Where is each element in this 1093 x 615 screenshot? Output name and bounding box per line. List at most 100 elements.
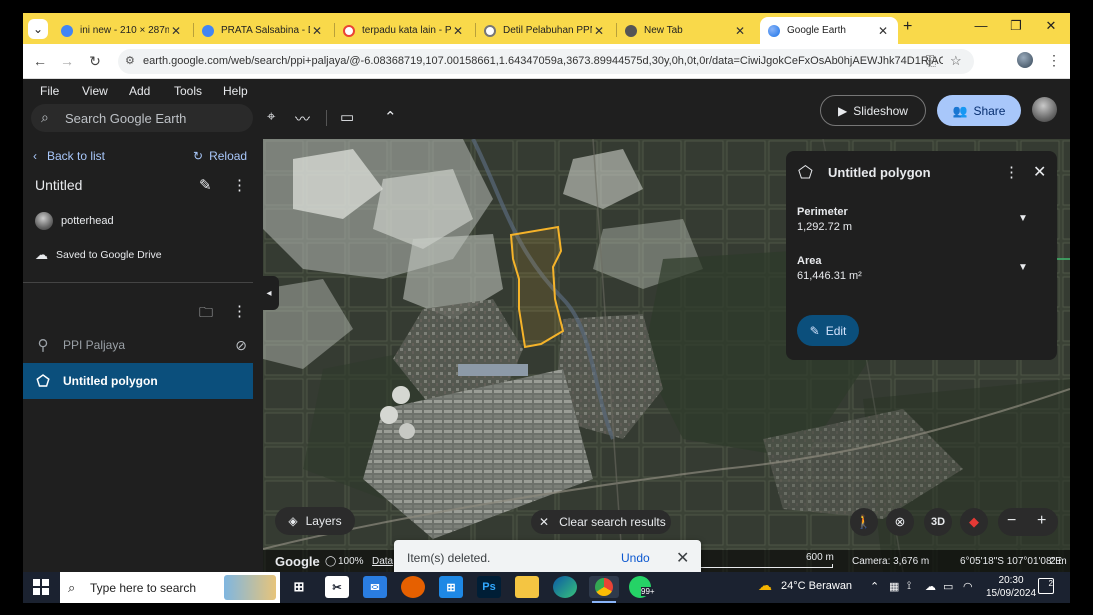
mail-icon[interactable]: ✉: [363, 576, 387, 598]
project-more-icon[interactable]: ⋮: [232, 176, 247, 194]
menu-help[interactable]: Help: [223, 84, 248, 98]
add-placemark-icon[interactable]: ⌖: [267, 108, 275, 125]
tab-3[interactable]: Detil Pelabuhan PPN ✕: [476, 17, 614, 44]
edit-title-pencil-icon[interactable]: ✎: [199, 176, 212, 194]
search-input[interactable]: [65, 108, 245, 128]
search-bar[interactable]: ⌕: [31, 104, 253, 132]
visibility-off-icon[interactable]: ⊘: [235, 337, 247, 354]
omnibox[interactable]: ⚙ earth.google.com/web/search/ppi+paljay…: [118, 49, 974, 74]
window-close-icon[interactable]: ✕: [1036, 18, 1066, 34]
browser-window: ⌄ ini new - 210 × 287m ✕ PRATA Salsabina…: [23, 13, 1070, 572]
cursor-coordinates: 6°05'18"S 107°01'08"E: [960, 556, 1062, 567]
list-item-untitled-polygon[interactable]: ⬠ Untitled polygon: [23, 363, 253, 399]
snipping-tool-icon[interactable]: ✂: [325, 576, 349, 598]
url-text[interactable]: earth.google.com/web/search/ppi+paljaya/…: [143, 55, 943, 67]
layers-button[interactable]: ◈ Layers: [275, 507, 355, 535]
share-button[interactable]: 👥 Share: [937, 95, 1021, 126]
task-view-icon[interactable]: ⊞: [287, 576, 311, 598]
perimeter-label: Perimeter: [797, 206, 848, 218]
tray-app-icon[interactable]: ▦: [889, 580, 899, 593]
panel-divider: [23, 282, 253, 283]
card-close-icon[interactable]: ✕: [1033, 162, 1046, 182]
tab-2[interactable]: terpadu kata lain - Pe ✕: [335, 17, 473, 44]
bookmark-star-icon[interactable]: ☆: [950, 53, 962, 69]
polygon-icon: ⬠: [36, 373, 50, 390]
compass-icon[interactable]: ◆: [960, 508, 988, 536]
chrome-favicon-icon: [61, 24, 73, 37]
zoom-out-icon[interactable]: −: [1007, 512, 1016, 530]
site-settings-icon[interactable]: ⚙: [125, 54, 135, 67]
back-to-list-link[interactable]: ‹ Back to list: [33, 149, 105, 163]
measure-ruler-icon[interactable]: ▭: [340, 108, 354, 126]
back-arrow-icon[interactable]: ←: [30, 53, 50, 69]
windows-start-icon[interactable]: [33, 579, 49, 595]
tab-close-icon[interactable]: ✕: [733, 24, 747, 38]
chrome-taskbar-icon[interactable]: [589, 576, 619, 598]
slideshow-button[interactable]: ▶ Slideshow: [820, 95, 926, 126]
tab-title: Detil Pelabuhan PPN: [503, 25, 592, 36]
tray-chevron-up-icon[interactable]: ⌃: [870, 580, 879, 593]
tab-search-dropdown[interactable]: ⌄: [28, 19, 48, 39]
snackbar: Item(s) deleted. Undo ✕: [394, 540, 701, 572]
minimize-icon[interactable]: —: [966, 18, 996, 33]
tilt-toggle-icon[interactable]: ⊗: [886, 508, 914, 536]
area-unit-dropdown-icon[interactable]: ▼: [1018, 262, 1028, 273]
browser-menu-icon[interactable]: ⋮: [1047, 52, 1061, 69]
microsoft-store-icon[interactable]: ⊞: [439, 576, 463, 598]
clear-search-results-button[interactable]: ✕ Clear search results: [531, 510, 671, 534]
profile-avatar-icon[interactable]: [1017, 52, 1033, 68]
reload-link[interactable]: ↻ Reload: [193, 149, 247, 163]
reload-icon[interactable]: ↻: [85, 53, 105, 70]
list-item-ppi-paljaya[interactable]: ⚲ PPI Paljaya ⊘: [23, 327, 253, 363]
battery-icon[interactable]: ▭: [943, 580, 953, 593]
account-avatar[interactable]: [1032, 97, 1057, 122]
file-explorer-icon[interactable]: [515, 576, 539, 598]
undo-button[interactable]: Undo: [621, 551, 650, 565]
new-tab-icon[interactable]: +: [903, 18, 912, 36]
cloud-tray-icon[interactable]: ☁: [925, 580, 936, 593]
firefox-icon[interactable]: [401, 576, 425, 598]
install-app-icon[interactable]: ⎘: [926, 53, 936, 69]
zoom-in-icon[interactable]: +: [1037, 512, 1046, 530]
edit-button[interactable]: ✎ Edit: [797, 315, 859, 346]
network-icon[interactable]: ⟟: [907, 580, 911, 593]
restore-icon[interactable]: ❐: [1001, 18, 1031, 34]
tab-4[interactable]: New Tab ✕: [617, 17, 755, 44]
list-more-icon[interactable]: ⋮: [232, 302, 247, 320]
menu-file[interactable]: File: [40, 84, 59, 98]
tab-close-icon[interactable]: ✕: [592, 24, 606, 38]
reload-icon: ↻: [193, 149, 204, 163]
menu-tools[interactable]: Tools: [174, 84, 202, 98]
forward-arrow-icon[interactable]: →: [57, 53, 77, 69]
wifi-icon[interactable]: ◠: [963, 580, 973, 593]
taskbar-search[interactable]: ⌕ Type here to search: [60, 572, 280, 603]
tab-close-icon[interactable]: ✕: [169, 24, 183, 38]
edge-icon[interactable]: [553, 576, 577, 598]
card-more-icon[interactable]: ⋮: [1004, 163, 1019, 181]
weather-text[interactable]: 24°C Berawan: [781, 580, 852, 592]
menu-view[interactable]: View: [82, 84, 108, 98]
taskbar-clock[interactable]: 20:30 15/09/2024: [986, 574, 1036, 600]
perimeter-unit-dropdown-icon[interactable]: ▼: [1018, 213, 1028, 224]
notification-center-icon[interactable]: 2: [1038, 578, 1054, 594]
collapse-panel-handle[interactable]: ◂: [259, 276, 279, 310]
draw-line-icon[interactable]: 〰: [295, 108, 310, 129]
menu-add[interactable]: Add: [129, 84, 150, 98]
snackbar-close-icon[interactable]: ✕: [676, 548, 689, 568]
tab-close-icon[interactable]: ✕: [310, 24, 324, 38]
tab-1[interactable]: PRATA Salsabina - Do ✕: [194, 17, 332, 44]
tab-0[interactable]: ini new - 210 × 287m ✕: [53, 17, 191, 44]
new-folder-icon[interactable]: 🗀: [199, 302, 213, 326]
street-view-pegman-icon[interactable]: 🚶: [850, 508, 878, 536]
snackbar-message: Item(s) deleted.: [407, 551, 491, 565]
chrome-favicon-icon: [202, 24, 214, 37]
collapse-toolbar-chevron-icon[interactable]: ⌃: [384, 108, 397, 126]
tab-5[interactable]: Google Earth ✕: [760, 17, 898, 44]
zoom-control: − +: [998, 508, 1058, 536]
photoshop-icon[interactable]: Ps: [477, 576, 501, 598]
tab-close-icon[interactable]: ✕: [451, 24, 465, 38]
chrome-favicon-icon: [625, 24, 637, 37]
data-attribution-link[interactable]: Data: [372, 556, 393, 567]
view-3d-button[interactable]: 3D: [924, 508, 952, 536]
tab-close-icon[interactable]: ✕: [876, 24, 890, 38]
